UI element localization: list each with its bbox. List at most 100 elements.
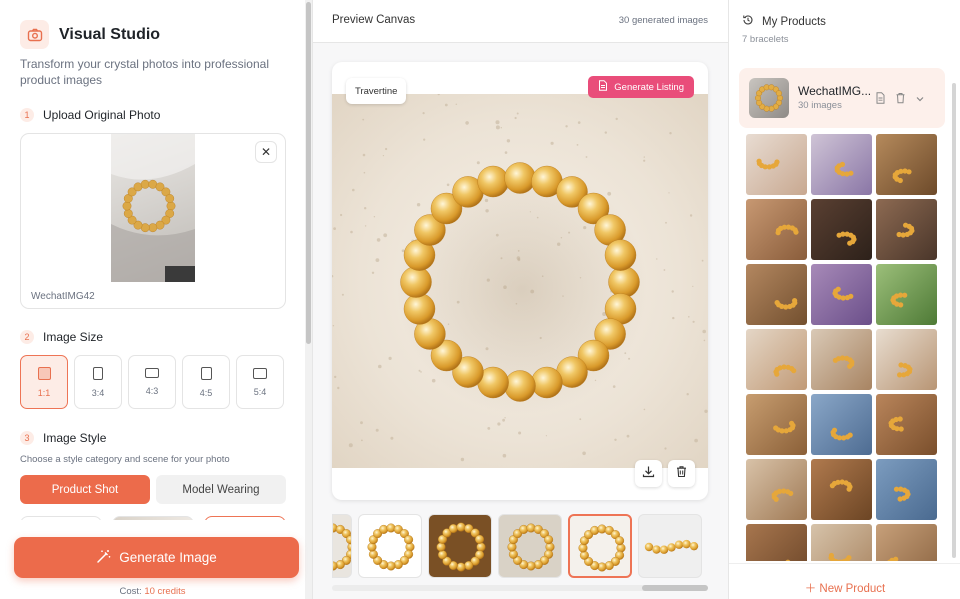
product-image-grid	[746, 134, 938, 561]
cost-prefix: Cost:	[119, 586, 142, 597]
tab-product-shot[interactable]: Product Shot	[20, 475, 150, 504]
products-scrollbar-thumb[interactable]	[952, 83, 956, 558]
delete-image-button[interactable]	[668, 460, 695, 487]
cost-value: 10 credits	[144, 586, 186, 597]
product-image-thumb[interactable]	[876, 459, 937, 520]
trash-icon	[675, 465, 688, 483]
generate-button-label: Generate Image	[119, 550, 217, 565]
thumbnail-item[interactable]	[568, 514, 632, 578]
magic-wand-icon	[96, 549, 111, 567]
settings-scroll-area[interactable]: Visual Studio Transform your crystal pho…	[0, 0, 305, 530]
upload-filename: WechatIMG42	[31, 291, 95, 302]
app-subtitle: Transform your crystal photos into profe…	[20, 57, 269, 87]
product-image-thumb[interactable]	[746, 199, 807, 260]
thumbnail-item[interactable]	[428, 514, 492, 578]
left-scrollbar-thumb[interactable]	[306, 2, 311, 344]
size-option-3-4[interactable]: 3:4	[74, 355, 122, 409]
size-label: 5:4	[253, 386, 267, 397]
product-image-thumb[interactable]	[876, 524, 937, 561]
thumbnail-scrollbar-thumb[interactable]	[642, 585, 708, 591]
product-image-thumb[interactable]	[746, 264, 807, 325]
products-footer: ＋ New Product	[729, 563, 960, 599]
product-image-thumb[interactable]	[811, 199, 872, 260]
step-label: Image Size	[43, 330, 104, 344]
thumbnail-item[interactable]	[638, 514, 702, 578]
step-number: 2	[20, 330, 34, 344]
camera-icon	[20, 20, 49, 49]
upload-dropzone[interactable]: ✕ WechatIMG42	[20, 133, 286, 309]
thumbnail-item[interactable]	[498, 514, 562, 578]
landscape-ratio-icon	[253, 367, 267, 379]
generated-count: 30 generated images	[618, 15, 708, 26]
step-number: 1	[20, 108, 34, 122]
square-ratio-icon	[37, 366, 51, 380]
products-scrollbar[interactable]	[952, 83, 958, 563]
generate-listing-button[interactable]: Generate Listing	[588, 76, 694, 98]
trash-icon[interactable]	[895, 91, 906, 109]
product-image-thumb[interactable]	[811, 459, 872, 520]
thumbnail-item[interactable]	[358, 514, 422, 578]
new-product-label: New Product	[819, 583, 886, 595]
size-label: 1:1	[37, 387, 51, 398]
products-count: 7 bracelets	[742, 34, 789, 45]
product-thumbnail	[749, 78, 789, 118]
portrait-ratio-icon	[93, 366, 103, 380]
size-option-4-5[interactable]: 4:5	[182, 355, 230, 409]
new-product-button[interactable]: ＋ New Product	[729, 580, 960, 596]
preview-title: Preview Canvas	[332, 14, 416, 26]
step-style-heading: 3 Image Style	[20, 431, 106, 445]
thumbnail-scrollbar[interactable]	[332, 585, 708, 591]
size-label: 4:3	[145, 386, 159, 396]
generated-image	[332, 94, 708, 468]
product-image-thumb[interactable]	[811, 329, 872, 390]
product-image-thumb[interactable]	[746, 329, 807, 390]
thumbnail-item[interactable]	[332, 514, 352, 578]
left-scrollbar[interactable]	[305, 0, 312, 599]
brand-header: Visual Studio	[20, 20, 160, 49]
portrait-ratio-icon	[200, 366, 212, 380]
product-actions	[875, 91, 925, 109]
size-label: 3:4	[91, 387, 105, 398]
product-image-thumb[interactable]	[746, 134, 807, 195]
product-image-thumb[interactable]	[876, 134, 937, 195]
preview-header: Preview Canvas 30 generated images	[313, 0, 728, 43]
product-image-thumb[interactable]	[811, 524, 872, 561]
product-image-count: 30 images	[798, 100, 842, 111]
size-option-1-1[interactable]: 1:1	[20, 355, 68, 409]
generated-thumbnails[interactable]	[332, 514, 708, 580]
app-title: Visual Studio	[59, 25, 161, 43]
step-upload-heading: 1 Upload Original Photo	[20, 108, 160, 122]
generate-footer: Generate Image Cost: 10 credits	[0, 520, 305, 599]
chevron-down-icon[interactable]	[915, 91, 925, 109]
step-label: Upload Original Photo	[43, 108, 161, 122]
product-image-thumb[interactable]	[876, 264, 937, 325]
step-size-heading: 2 Image Size	[20, 330, 103, 344]
download-icon	[642, 465, 655, 483]
remove-photo-button[interactable]: ✕	[255, 141, 277, 163]
product-image-thumb[interactable]	[811, 134, 872, 195]
step-label: Image Style	[43, 431, 107, 445]
product-image-thumb[interactable]	[811, 394, 872, 455]
product-name: WechatIMG...	[798, 84, 872, 98]
product-image-thumb[interactable]	[746, 394, 807, 455]
left-panel: Visual Studio Transform your crystal pho…	[0, 0, 313, 599]
product-image-thumb[interactable]	[746, 524, 807, 561]
photo-dark-corner	[165, 266, 195, 282]
history-icon	[742, 14, 754, 29]
size-option-4-3[interactable]: 4:3	[128, 355, 176, 409]
size-label: 4:5	[199, 387, 213, 398]
download-button[interactable]	[635, 460, 662, 487]
product-item-selected[interactable]: WechatIMG... 30 images	[739, 68, 945, 128]
products-title: My Products	[762, 15, 826, 28]
product-image-thumb[interactable]	[746, 459, 807, 520]
size-option-5-4[interactable]: 5:4	[236, 355, 284, 409]
products-panel: My Products 7 bracelets WechatIMG... 30 …	[728, 0, 960, 599]
product-image-thumb[interactable]	[811, 264, 872, 325]
tab-model-wearing[interactable]: Model Wearing	[156, 475, 286, 504]
document-icon[interactable]	[875, 91, 886, 109]
product-image-thumb[interactable]	[876, 199, 937, 260]
product-image-thumb[interactable]	[876, 329, 937, 390]
style-hint: Choose a style category and scene for yo…	[20, 454, 230, 465]
product-image-thumb[interactable]	[876, 394, 937, 455]
generate-image-button[interactable]: Generate Image	[14, 537, 299, 578]
